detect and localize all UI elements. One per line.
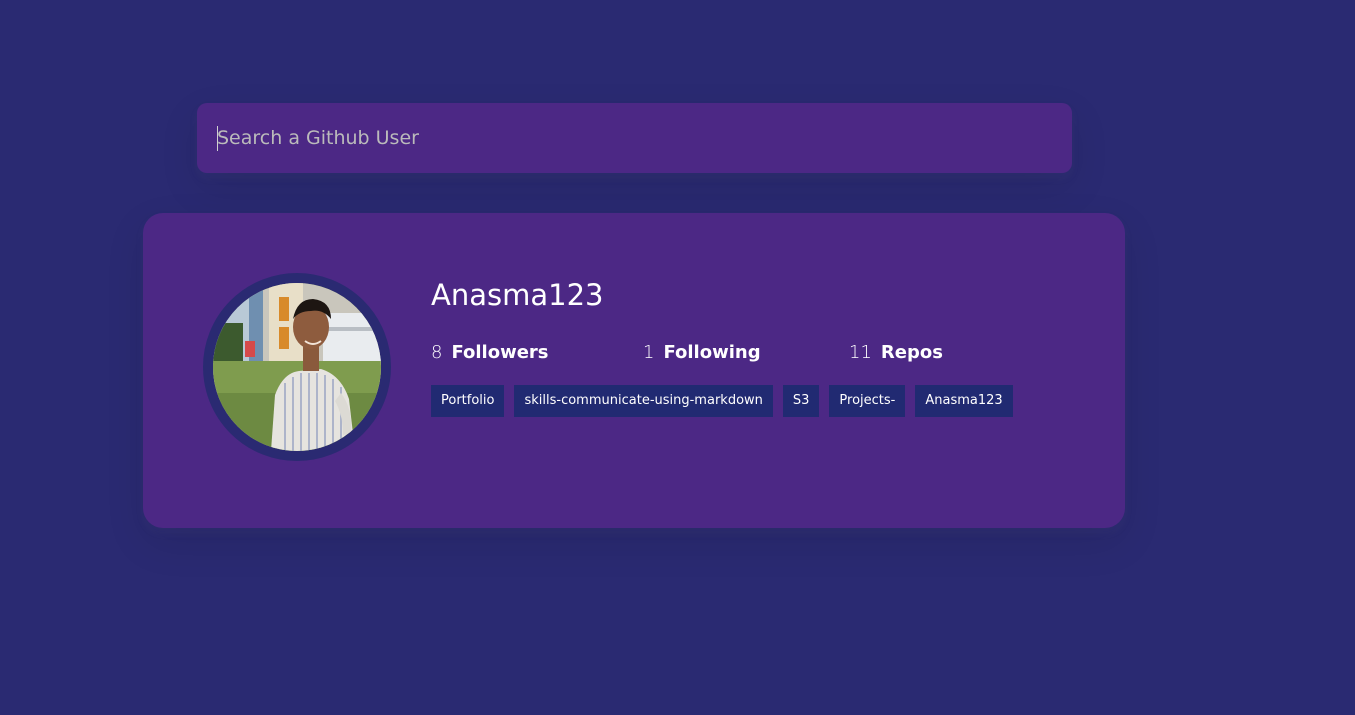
search-form — [197, 103, 1072, 173]
user-card: Anasma123 8 Followers 1 Following 11 Rep… — [143, 213, 1125, 528]
repos-stat: 11 Repos — [849, 342, 943, 363]
user-info: Anasma123 8 Followers 1 Following 11 Rep… — [431, 275, 1091, 417]
stats-list: 8 Followers 1 Following 11 Repos — [431, 339, 1091, 365]
repo-link-skills-communicate-using-markdown[interactable]: skills-communicate-using-markdown — [514, 385, 773, 417]
repo-link-portfolio[interactable]: Portfolio — [431, 385, 505, 417]
followers-label: Followers — [451, 341, 549, 363]
following-stat: 1 Following — [643, 342, 849, 363]
followers-count: 8 — [431, 341, 443, 363]
followers-stat: 8 Followers — [431, 342, 643, 363]
username: Anasma123 — [431, 278, 604, 312]
text-cursor — [217, 126, 218, 151]
repo-list: Portfolio skills-communicate-using-markd… — [431, 385, 1091, 417]
following-count: 1 — [643, 341, 655, 363]
avatar — [203, 273, 391, 461]
repo-link-s3[interactable]: S3 — [782, 385, 820, 417]
following-label: Following — [663, 341, 761, 363]
repos-count: 11 — [849, 341, 872, 363]
repo-link-projects[interactable]: Projects- — [829, 385, 906, 417]
repo-link-anasma123[interactable]: Anasma123 — [915, 385, 1013, 417]
search-input[interactable] — [197, 103, 1072, 173]
repos-label: Repos — [880, 341, 943, 363]
avatar-photo — [213, 283, 381, 451]
